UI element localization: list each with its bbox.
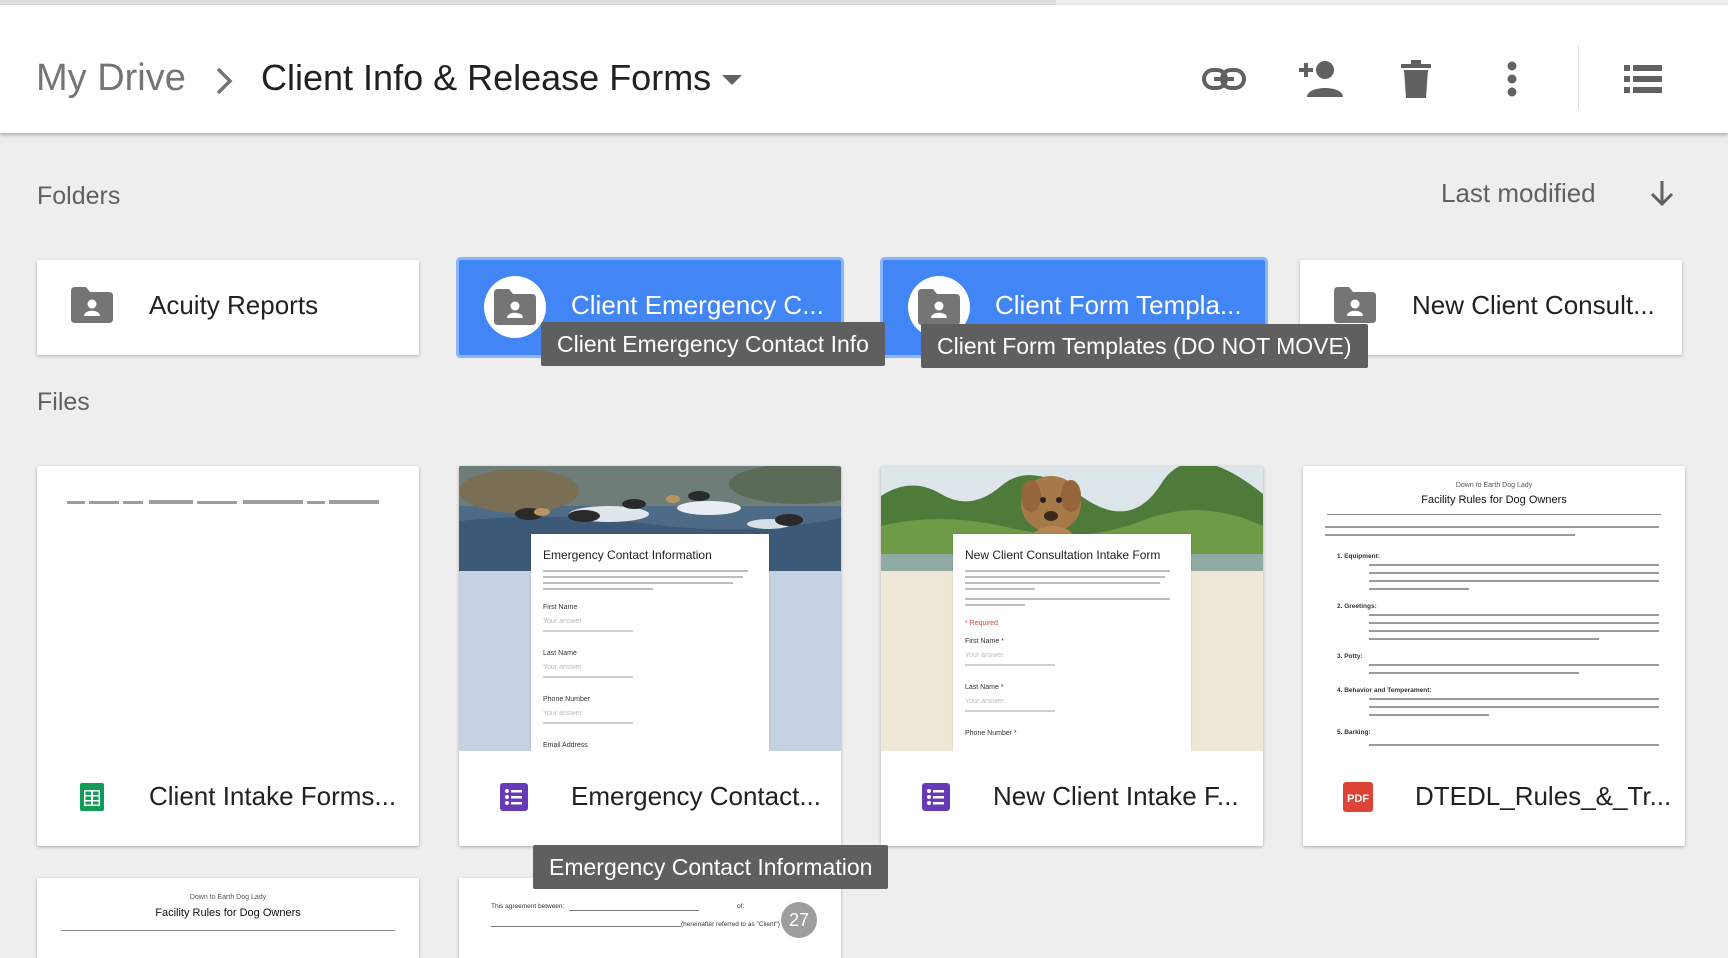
field-placeholder: Your answer	[965, 698, 1004, 705]
doc-rule	[1327, 514, 1661, 515]
field-underline	[965, 664, 1055, 666]
file-card[interactable]: Emergency Contact Information First Name…	[459, 466, 841, 846]
field-label: Last Name *	[965, 684, 1004, 691]
chevron-right-icon	[216, 67, 233, 95]
folders-heading: Folders	[37, 182, 121, 210]
toolbar-divider	[1578, 45, 1579, 109]
field-underline	[965, 710, 1055, 712]
doc-rule	[61, 930, 395, 931]
field-underline	[543, 722, 633, 724]
file-name: Client Intake Forms...	[149, 781, 397, 811]
file-footer: Client Intake Forms...	[37, 751, 419, 846]
agreement-text: This agreement between:	[491, 903, 565, 910]
field-label: First Name	[543, 604, 578, 611]
agreement-text: (hereinafter referred to as "Client")	[681, 921, 780, 928]
file-thumbnail: Emergency Contact Information First Name…	[459, 466, 841, 751]
sort-by-label[interactable]: Last modified	[1441, 178, 1596, 209]
file-thumbnail	[37, 466, 419, 751]
pdf-icon: PDF	[1343, 782, 1373, 812]
shared-folder-icon	[1334, 287, 1376, 323]
doc-section: 3. Potty:	[1337, 653, 1363, 660]
folder-tooltip: Client Form Templates (DO NOT MOVE)	[921, 324, 1368, 368]
file-card[interactable]: Down to Earth Dog Lady Facility Rules fo…	[37, 878, 419, 958]
svg-text:PDF: PDF	[1347, 793, 1369, 805]
folder-label: Client Form Templa...	[995, 290, 1242, 320]
folder-icon-badge	[484, 276, 546, 338]
breadcrumb-my-drive[interactable]: My Drive	[36, 57, 186, 100]
field-label: Email Address	[543, 742, 588, 749]
folder-card[interactable]: Acuity Reports	[37, 260, 419, 355]
blank-line	[491, 926, 681, 927]
folder-label: New Client Consult...	[1412, 290, 1655, 320]
blank-line	[569, 910, 699, 911]
field-placeholder: Your answer	[543, 618, 582, 625]
file-card[interactable]: New Client Consultation Intake Form * Re…	[881, 466, 1263, 846]
file-card[interactable]: Down to Earth Dog Lady Facility Rules fo…	[1303, 466, 1685, 846]
field-label: Last Name	[543, 650, 577, 657]
shared-folder-icon	[71, 287, 113, 323]
form-preview: New Client Consultation Intake Form * Re…	[953, 534, 1191, 751]
google-forms-icon	[500, 783, 528, 811]
file-tooltip: Emergency Contact Information	[533, 845, 889, 889]
field-placeholder: Your answer	[965, 652, 1004, 659]
arrow-down-icon[interactable]	[1647, 178, 1677, 208]
field-underline	[543, 676, 633, 678]
doc-section: 5. Barking:	[1337, 729, 1371, 736]
form-title: Emergency Contact Information	[543, 548, 712, 562]
form-title: New Client Consultation Intake Form	[965, 548, 1161, 562]
file-thumbnail: New Client Consultation Intake Form * Re…	[881, 466, 1263, 751]
file-footer: Emergency Contact...	[459, 751, 841, 846]
folder-label: Acuity Reports	[149, 290, 319, 320]
files-heading: Files	[37, 388, 90, 416]
field-label: First Name *	[965, 638, 1004, 645]
doc-section: 2. Greetings:	[1337, 603, 1377, 610]
shared-folder-icon	[494, 289, 536, 325]
file-footer: PDF DTEDL_Rules_&_Tr...	[1303, 751, 1685, 846]
doc-org: Down to Earth Dog Lady	[189, 894, 267, 901]
more-vert-icon[interactable]	[1482, 49, 1542, 109]
file-name: DTEDL_Rules_&_Tr...	[1415, 781, 1672, 811]
toolbar-header: My Drive Client Info & Release Forms	[0, 5, 1728, 133]
file-name: New Client Intake F...	[993, 781, 1239, 811]
doc-section: 1. Equipment:	[1337, 553, 1380, 560]
count-badge: 27	[781, 902, 817, 938]
field-placeholder: Your answer	[543, 664, 582, 671]
folder-label: Client Emergency C...	[571, 290, 824, 320]
field-label: Phone Number *	[965, 730, 1017, 737]
form-preview: Emergency Contact Information First Name…	[531, 534, 769, 751]
doc-section: 4. Behavior and Temperament:	[1337, 687, 1432, 694]
file-name: Emergency Contact...	[571, 781, 821, 811]
google-forms-icon	[922, 783, 950, 811]
file-card[interactable]: Client Intake Forms...	[37, 466, 419, 846]
trash-icon[interactable]	[1386, 49, 1446, 109]
caret-down-icon[interactable]	[720, 73, 744, 87]
folder-tooltip: Client Emergency Contact Info	[541, 322, 885, 366]
doc-org: Down to Earth Dog Lady	[1455, 482, 1533, 489]
field-placeholder: Your answer	[543, 710, 582, 717]
google-sheets-icon	[80, 783, 104, 811]
breadcrumb-current-folder[interactable]: Client Info & Release Forms	[261, 57, 711, 99]
doc-title: Facility Rules for Dog Owners	[155, 907, 301, 919]
required-note: * Required	[965, 620, 999, 627]
agreement-text: of:	[737, 903, 745, 910]
link-icon[interactable]	[1194, 49, 1254, 109]
file-thumbnail: Down to Earth Dog Lady Facility Rules fo…	[1303, 466, 1685, 751]
file-footer: New Client Intake F...	[881, 751, 1263, 846]
field-label: Phone Number	[543, 696, 591, 703]
doc-title: Facility Rules for Dog Owners	[1421, 494, 1567, 506]
list-view-icon[interactable]	[1613, 49, 1673, 109]
shared-folder-icon	[918, 289, 960, 325]
add-person-icon[interactable]	[1291, 49, 1351, 109]
field-underline	[543, 630, 633, 632]
